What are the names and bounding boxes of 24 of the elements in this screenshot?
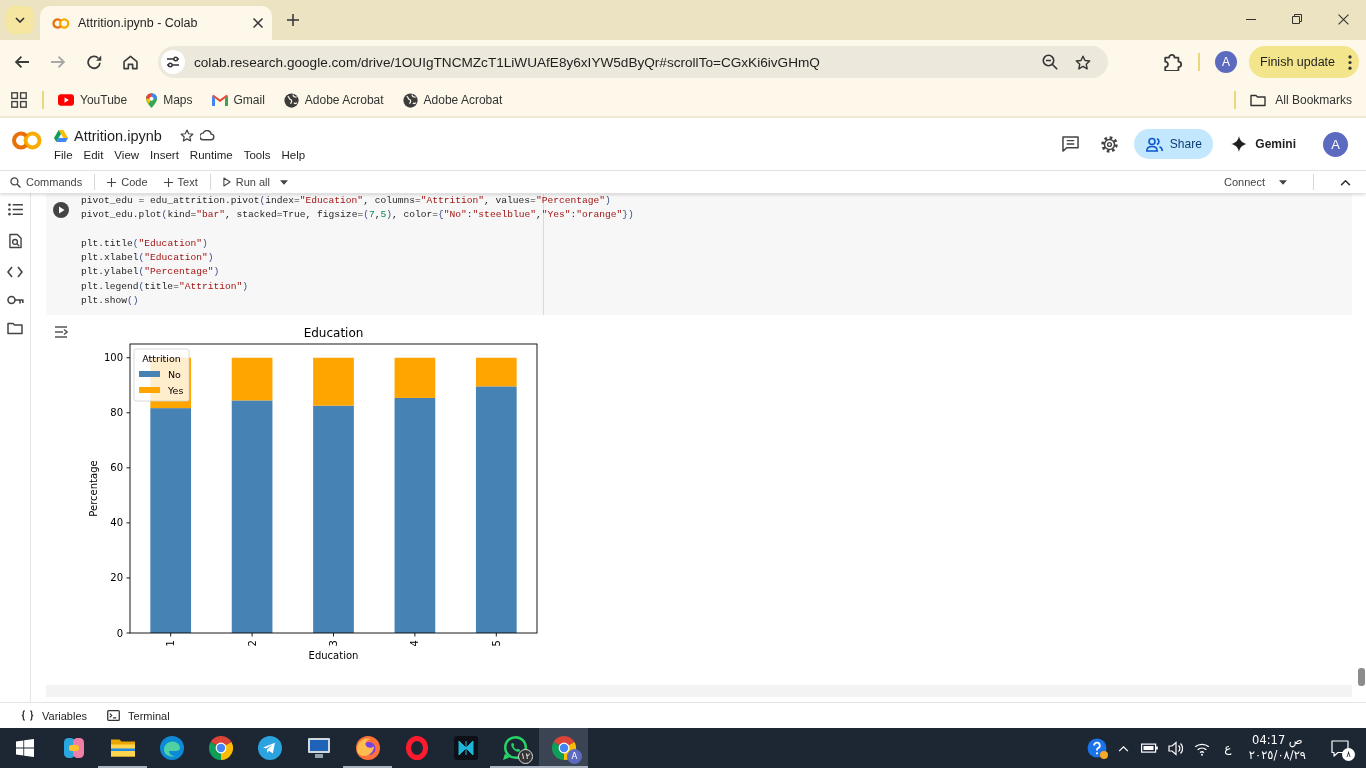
- x-tick-label: 3: [328, 640, 339, 647]
- notification-count: ٨: [1342, 748, 1355, 761]
- code-line: plt.ylabel("Percentage"): [81, 265, 220, 280]
- code-line: pivot_edu.plot(kind="bar", stacked=True, figsize=(7,5), color={"No":"steelblue","Yes":"orange"}): [81, 208, 634, 223]
- app-badge: ١٢: [517, 749, 533, 764]
- code-line: plt.legend(title="Attrition"): [81, 279, 248, 294]
- x-tick-label: 2: [246, 640, 258, 647]
- x-tick-label: 5: [490, 640, 502, 647]
- code-line: plt.title("Education"): [81, 236, 208, 251]
- code-line: plt.xlabel("Education"): [81, 251, 214, 266]
- chart-title: Education: [303, 326, 364, 340]
- x-tick-label: 4: [409, 640, 421, 647]
- code-line: pivot_edu = edu_attrition.pivot(index="Education", columns="Attrition", values="Percentage"): [81, 194, 611, 208]
- x-axis-label: Education: [308, 649, 359, 661]
- y-tick-label: 20: [110, 572, 123, 584]
- y-tick-label: 80: [110, 407, 123, 419]
- y-tick-label: 0: [116, 627, 123, 639]
- code-line: plt.show(): [81, 294, 139, 309]
- y-axis-label: Percentage: [87, 460, 99, 517]
- app-badge: A: [567, 749, 582, 764]
- y-tick-label: 100: [103, 352, 123, 364]
- y-tick-label: 40: [110, 517, 123, 529]
- y-tick-label: 60: [110, 462, 123, 474]
- x-tick-label: 1: [165, 640, 177, 647]
